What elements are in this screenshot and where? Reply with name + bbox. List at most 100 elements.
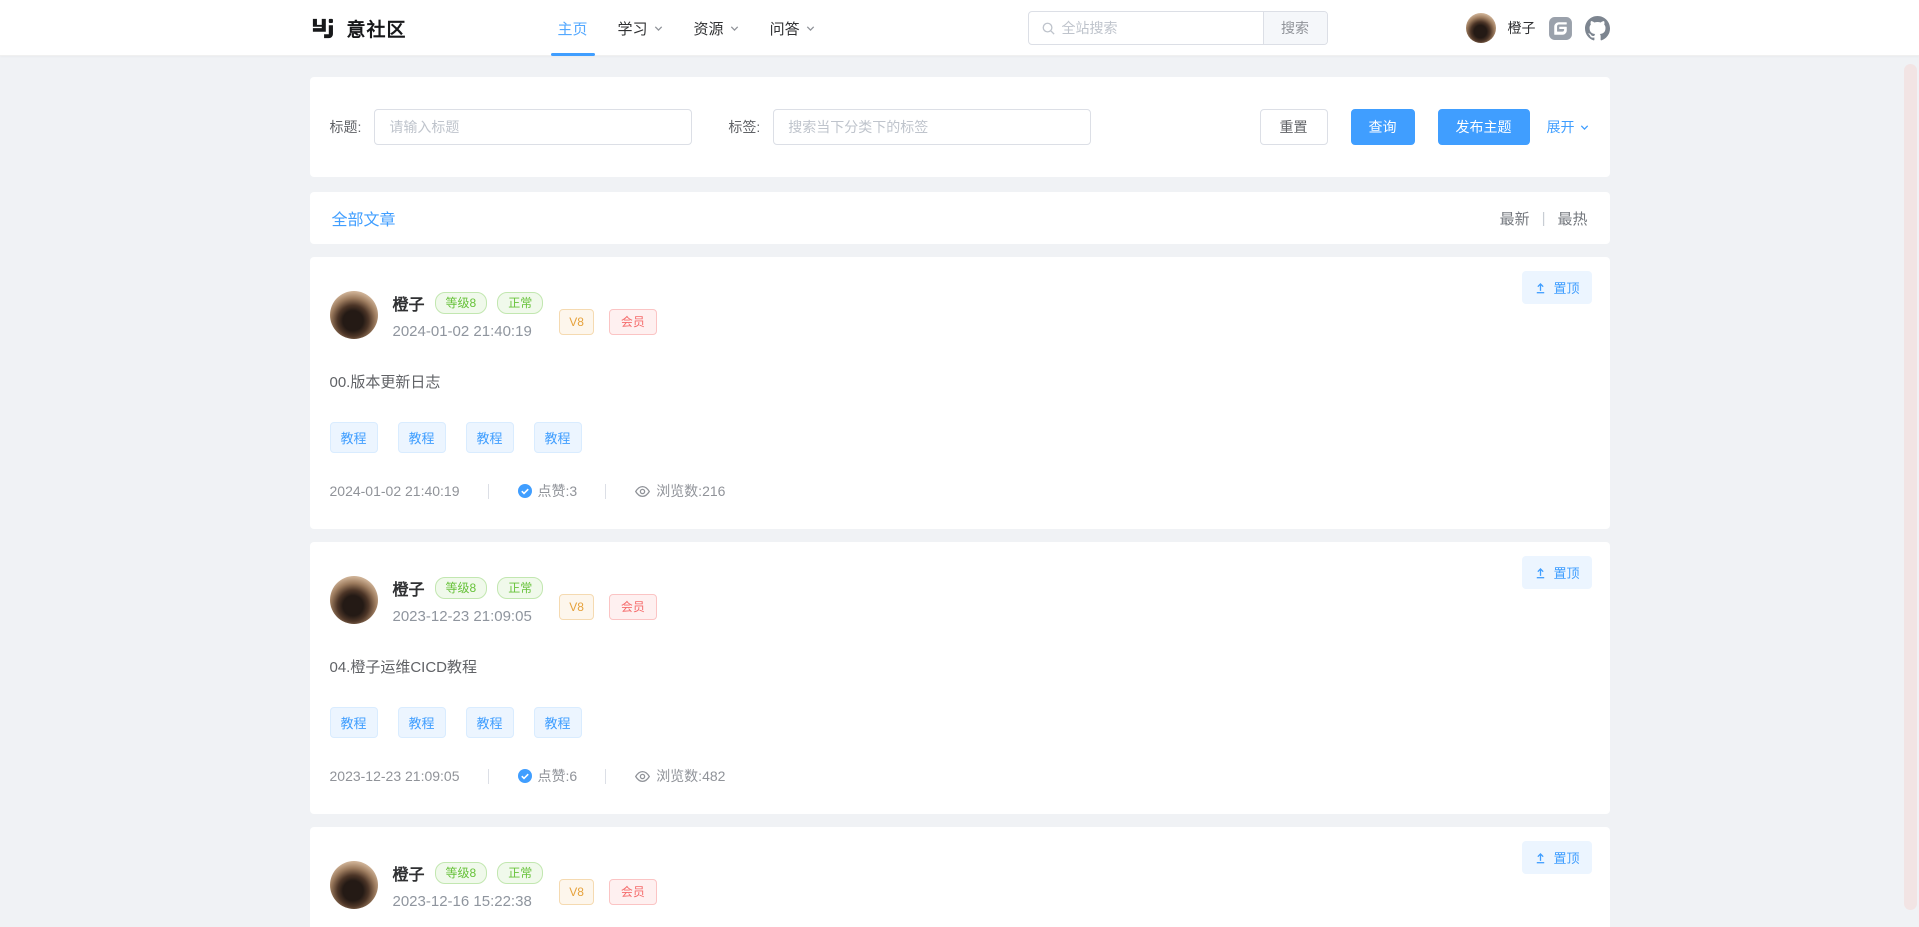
expand-toggle[interactable]: 展开	[1547, 117, 1590, 137]
pin-label: 置顶	[1553, 563, 1579, 582]
chevron-down-icon	[1579, 122, 1590, 133]
tag[interactable]: 教程	[466, 707, 514, 738]
likes: 点赞:6	[517, 766, 578, 786]
post-footer: 2024-01-02 21:40:19 点赞:3 浏览数:216	[330, 481, 1588, 501]
sort-hottest[interactable]: 最热	[1557, 208, 1587, 229]
avatar[interactable]	[330, 861, 378, 909]
nav-item-qa[interactable]: 问答	[755, 0, 831, 56]
divider	[488, 769, 489, 784]
eye-icon	[634, 483, 651, 500]
eye-icon	[634, 768, 651, 785]
title-filter-input[interactable]	[374, 109, 692, 145]
member-badge: 会员	[609, 594, 657, 620]
expand-label: 展开	[1547, 117, 1575, 137]
nav-label: 问答	[770, 18, 800, 39]
post-author[interactable]: 橙子	[393, 576, 425, 600]
post-author[interactable]: 橙子	[393, 861, 425, 885]
post-date: 2024-01-02 21:40:19	[393, 323, 544, 340]
tag[interactable]: 教程	[330, 707, 378, 738]
sort-divider: |	[1542, 210, 1546, 227]
member-badge: 会员	[609, 879, 657, 905]
pin-button[interactable]: 置顶	[1522, 271, 1591, 304]
tag[interactable]: 教程	[398, 422, 446, 453]
views-label: 浏览数:482	[656, 766, 725, 786]
site-logo[interactable]: 意社区	[310, 15, 407, 42]
tag[interactable]: 教程	[398, 707, 446, 738]
search-input[interactable]	[1062, 12, 1263, 44]
github-icon[interactable]	[1585, 16, 1610, 41]
post-title[interactable]: 04.橙子运维CICD教程	[330, 656, 1588, 677]
title-filter-label: 标题:	[330, 117, 362, 137]
logo-icon	[310, 15, 337, 42]
username: 橙子	[1508, 18, 1536, 38]
top-navbar: 意社区 主页 学习 资源 问答 搜索	[0, 0, 1919, 56]
likes-label: 点赞:3	[538, 481, 578, 501]
article-list-header: 全部文章 最新 | 最热	[310, 192, 1610, 244]
scrollbar[interactable]	[1904, 64, 1917, 910]
vip-badge: V8	[559, 594, 594, 620]
vip-badge: V8	[559, 879, 594, 905]
divider	[605, 484, 606, 499]
tag[interactable]: 教程	[534, 422, 582, 453]
pin-label: 置顶	[1553, 848, 1579, 867]
main-nav: 主页 学习 资源 问答	[543, 0, 831, 56]
tag[interactable]: 教程	[330, 422, 378, 453]
likes: 点赞:3	[517, 481, 578, 501]
vip-badge: V8	[559, 309, 594, 335]
user-area: 橙子	[1466, 13, 1610, 43]
divider	[488, 484, 489, 499]
pin-top-icon	[1534, 281, 1547, 294]
reset-button[interactable]: 重置	[1260, 109, 1328, 145]
post-tags: 教程 教程 教程 教程	[330, 422, 1588, 453]
post-tags: 教程 教程 教程 教程	[330, 707, 1588, 738]
main-content: 标题: 标签: 重置 查询 发布主题 展开 全部文章 最新 | 最热	[310, 77, 1610, 927]
chevron-down-icon	[653, 23, 664, 34]
avatar[interactable]	[330, 291, 378, 339]
search-icon	[1041, 21, 1056, 36]
chevron-down-icon	[729, 23, 740, 34]
views-label: 浏览数:216	[656, 481, 725, 501]
pin-label: 置顶	[1553, 278, 1579, 297]
pin-button[interactable]: 置顶	[1522, 556, 1591, 589]
search-button[interactable]: 搜索	[1263, 11, 1327, 45]
post-card: 置顶 橙子 等级8 正常 2024-01-02 21:40:19 V8 会员 0…	[310, 257, 1610, 529]
post-author[interactable]: 橙子	[393, 291, 425, 315]
post-title[interactable]: 00.版本更新日志	[330, 371, 1588, 392]
chevron-down-icon	[805, 23, 816, 34]
post-footer: 2023-12-23 21:09:05 点赞:6 浏览数:482	[330, 766, 1588, 786]
gitee-icon[interactable]	[1548, 16, 1573, 41]
member-badge: 会员	[609, 309, 657, 335]
pin-button[interactable]: 置顶	[1522, 841, 1591, 874]
post-date: 2023-12-23 21:09:05	[393, 608, 544, 625]
post-card: 置顶 橙子 等级8 正常 2023-12-16 15:22:38 V8 会员	[310, 827, 1610, 927]
pin-top-icon	[1534, 566, 1547, 579]
views: 浏览数:482	[634, 766, 725, 786]
tag-filter-label: 标签:	[728, 117, 760, 137]
level-badge: 等级8	[435, 577, 488, 599]
status-badge: 正常	[497, 577, 543, 599]
tag[interactable]: 教程	[534, 707, 582, 738]
level-badge: 等级8	[435, 862, 488, 884]
views: 浏览数:216	[634, 481, 725, 501]
avatar[interactable]	[330, 576, 378, 624]
tag[interactable]: 教程	[466, 422, 514, 453]
divider	[605, 769, 606, 784]
footer-date: 2023-12-23 21:09:05	[330, 768, 460, 784]
publish-topic-button[interactable]: 发布主题	[1438, 109, 1530, 145]
likes-label: 点赞:6	[538, 766, 578, 786]
nav-item-home[interactable]: 主页	[543, 0, 603, 56]
filter-bar: 标题: 标签: 重置 查询 发布主题 展开	[310, 77, 1610, 177]
nav-label: 学习	[618, 18, 648, 39]
tag-filter-input[interactable]	[773, 109, 1091, 145]
sort-options: 最新 | 最热	[1500, 208, 1588, 229]
level-badge: 等级8	[435, 292, 488, 314]
nav-item-learn[interactable]: 学习	[603, 0, 679, 56]
sort-newest[interactable]: 最新	[1500, 208, 1530, 229]
all-articles-link[interactable]: 全部文章	[332, 206, 396, 230]
like-check-icon	[517, 768, 533, 784]
nav-item-resources[interactable]: 资源	[679, 0, 755, 56]
post-card: 置顶 橙子 等级8 正常 2023-12-23 21:09:05 V8 会员 0…	[310, 542, 1610, 814]
query-button[interactable]: 查询	[1351, 109, 1415, 145]
avatar[interactable]	[1466, 13, 1496, 43]
pin-top-icon	[1534, 851, 1547, 864]
